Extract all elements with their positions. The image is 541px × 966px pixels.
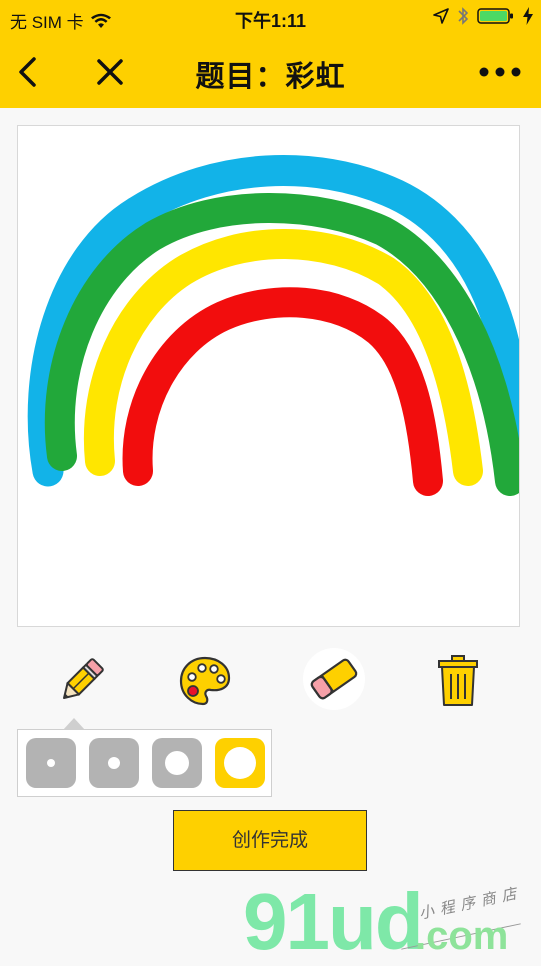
eraser-icon — [303, 648, 365, 710]
bluetooth-icon — [458, 7, 469, 25]
finish-drawing-button[interactable]: 创作完成 — [173, 810, 367, 871]
size-dot-icon — [165, 751, 189, 775]
red-stroke — [122, 287, 443, 496]
page-title: 题目：彩虹 — [195, 61, 346, 93]
charging-bolt-icon — [523, 7, 533, 25]
nav-bar: 题目：彩虹 — [0, 36, 541, 108]
pencil-tool[interactable] — [55, 655, 107, 707]
status-right — [433, 6, 533, 26]
pen-size-small[interactable] — [26, 738, 76, 788]
pen-size-panel — [17, 729, 272, 797]
color-palette-tool[interactable] — [178, 655, 232, 707]
size-dot-icon — [108, 757, 120, 769]
palette-icon — [179, 656, 231, 706]
watermark-brand: 91ud — [243, 877, 424, 966]
more-dots-icon — [479, 67, 521, 77]
battery-icon — [477, 8, 513, 24]
pen-size-extra-large[interactable] — [215, 738, 265, 788]
pencil-icon — [63, 658, 104, 699]
watermark-domain: .com — [415, 914, 509, 958]
more-button[interactable] — [478, 64, 522, 80]
pen-size-large[interactable] — [152, 738, 202, 788]
drawing-canvas[interactable] — [17, 125, 520, 627]
eraser-tool[interactable] — [302, 647, 366, 711]
clear-trash-tool[interactable] — [436, 654, 480, 708]
trash-icon — [438, 655, 478, 706]
size-dot-icon — [47, 759, 55, 767]
rainbow-drawing — [27, 155, 519, 496]
location-arrow-icon — [433, 8, 449, 24]
size-dot-icon — [224, 747, 256, 779]
pen-size-medium[interactable] — [89, 738, 139, 788]
status-bar: 无 SIM 卡 下午1:11 — [0, 0, 541, 36]
